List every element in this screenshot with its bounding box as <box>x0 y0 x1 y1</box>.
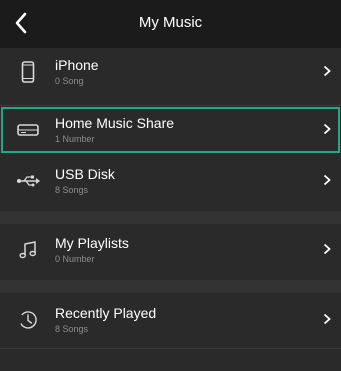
my-music-screen: My Music iPhone 0 Song Home Music Share … <box>0 0 341 371</box>
section-separator <box>0 211 341 224</box>
list-item-home-music-share[interactable]: Home Music Share 1 Number <box>0 106 341 154</box>
page-title: My Music <box>138 14 203 31</box>
chevron-right-icon <box>321 310 333 328</box>
item-subtitle: 8 Songs <box>55 185 89 195</box>
phone-icon <box>14 60 42 84</box>
item-subtitle: 1 Number <box>55 134 95 144</box>
divider <box>0 348 341 349</box>
music-note-icon <box>14 238 42 262</box>
item-name: Recently Played <box>55 305 157 321</box>
item-subtitle: 0 Number <box>55 254 95 264</box>
item-subtitle: 8 Songs <box>55 324 89 334</box>
header-bar: My Music <box>0 0 341 48</box>
list-item-my-playlists[interactable]: My Playlists 0 Number <box>0 226 341 274</box>
list-item-recently-played[interactable]: Recently Played 8 Songs <box>0 296 341 344</box>
item-name: Home Music Share <box>55 115 175 131</box>
chevron-right-icon <box>321 171 333 189</box>
item-name: USB Disk <box>55 166 115 182</box>
clock-icon <box>14 308 42 332</box>
chevron-right-icon <box>321 62 333 80</box>
chevron-right-icon <box>321 120 333 138</box>
usb-icon <box>14 169 42 193</box>
item-subtitle: 0 Song <box>55 76 84 86</box>
list-item-iphone[interactable]: iPhone 0 Song <box>0 48 341 96</box>
chevron-right-icon <box>321 240 333 258</box>
hard-drive-icon <box>14 118 42 142</box>
section-separator <box>0 280 341 293</box>
item-name: My Playlists <box>55 235 129 251</box>
item-name: iPhone <box>55 57 99 73</box>
list-item-usb-disk[interactable]: USB Disk 8 Songs <box>0 157 341 205</box>
